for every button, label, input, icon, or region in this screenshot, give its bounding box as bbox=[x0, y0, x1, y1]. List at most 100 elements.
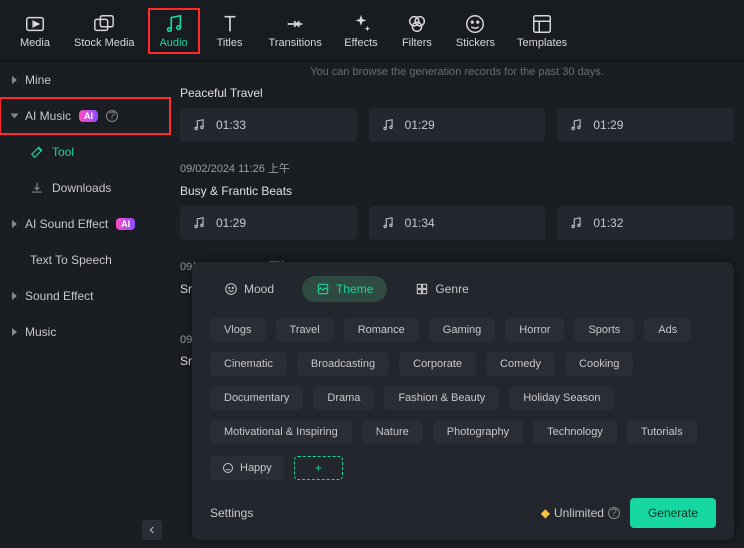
genre-icon bbox=[415, 282, 429, 296]
clip-duration: 01:32 bbox=[593, 216, 623, 230]
chevron-right-icon bbox=[12, 220, 17, 228]
generator-panel: Mood Theme Genre Vlogs Travel Romance Ga… bbox=[192, 262, 734, 540]
nav-stickers[interactable]: Stickers bbox=[448, 9, 503, 53]
panel-footer: Settings ◆ Unlimited ? Generate bbox=[210, 498, 716, 528]
nav-titles[interactable]: Titles bbox=[205, 9, 255, 53]
ai-badge: AI bbox=[116, 218, 135, 230]
selected-label: Happy bbox=[240, 462, 272, 474]
tab-mood[interactable]: Mood bbox=[210, 276, 288, 302]
clips-row: 01:33 01:29 01:29 bbox=[170, 108, 744, 150]
chip-romance[interactable]: Romance bbox=[344, 318, 419, 342]
audio-clip[interactable]: 01:32 bbox=[557, 206, 734, 240]
tab-genre[interactable]: Genre bbox=[401, 276, 482, 302]
nav-label: Templates bbox=[517, 37, 567, 49]
nav-label: Media bbox=[20, 37, 50, 49]
group-title: Busy & Frantic Beats bbox=[170, 180, 744, 206]
chip-drama[interactable]: Drama bbox=[313, 386, 374, 410]
clip-duration: 01:33 bbox=[216, 118, 246, 132]
chevron-right-icon bbox=[12, 292, 17, 300]
stickers-icon bbox=[464, 13, 486, 35]
category-tabs: Mood Theme Genre bbox=[210, 276, 716, 302]
gem-icon: ◆ bbox=[541, 506, 550, 520]
collapse-sidebar-button[interactable] bbox=[142, 520, 162, 540]
tab-label: Theme bbox=[336, 282, 373, 296]
unlimited-badge: ◆ Unlimited ? bbox=[541, 506, 620, 520]
music-note-icon bbox=[569, 118, 583, 132]
clip-duration: 01:29 bbox=[593, 118, 623, 132]
unlimited-label: Unlimited bbox=[554, 506, 604, 520]
chip-travel[interactable]: Travel bbox=[276, 318, 334, 342]
chip-cooking[interactable]: Cooking bbox=[565, 352, 633, 376]
sidebar-item-ai-music[interactable]: AI Music AI ? bbox=[0, 98, 170, 134]
generate-button[interactable]: Generate bbox=[630, 498, 716, 528]
music-note-icon bbox=[569, 216, 583, 230]
help-icon[interactable]: ? bbox=[106, 110, 118, 122]
chip-fashion-beauty[interactable]: Fashion & Beauty bbox=[384, 386, 499, 410]
add-chip-button[interactable]: + bbox=[294, 456, 343, 480]
music-note-icon bbox=[381, 216, 395, 230]
nav-label: Transitions bbox=[269, 37, 322, 49]
sidebar-item-text-to-speech[interactable]: Text To Speech bbox=[0, 242, 170, 278]
ai-badge: AI bbox=[79, 110, 98, 122]
settings-link[interactable]: Settings bbox=[210, 506, 253, 520]
nav-templates[interactable]: Templates bbox=[509, 9, 575, 53]
tab-label: Genre bbox=[435, 282, 468, 296]
chevron-right-icon bbox=[12, 328, 17, 336]
chip-ads[interactable]: Ads bbox=[644, 318, 691, 342]
audio-icon bbox=[163, 13, 185, 35]
sidebar-item-tool[interactable]: Tool bbox=[0, 134, 170, 170]
chip-sports[interactable]: Sports bbox=[574, 318, 634, 342]
nav-stock-media[interactable]: Stock Media bbox=[66, 9, 143, 53]
chevron-down-icon bbox=[11, 114, 19, 119]
chip-nature[interactable]: Nature bbox=[362, 420, 423, 444]
sidebar: Mine AI Music AI ? Tool Downloads AI Sou… bbox=[0, 62, 170, 548]
nav-label: Stock Media bbox=[74, 37, 135, 49]
audio-clip[interactable]: 01:29 bbox=[369, 108, 546, 142]
sidebar-label: Downloads bbox=[52, 181, 111, 195]
chip-gaming[interactable]: Gaming bbox=[429, 318, 496, 342]
nav-label: Filters bbox=[402, 37, 432, 49]
media-icon bbox=[24, 13, 46, 35]
sidebar-item-mine[interactable]: Mine bbox=[0, 62, 170, 98]
chip-broadcasting[interactable]: Broadcasting bbox=[297, 352, 389, 376]
chevron-right-icon bbox=[12, 76, 17, 84]
sidebar-item-music[interactable]: Music bbox=[0, 314, 170, 350]
sidebar-item-downloads[interactable]: Downloads bbox=[0, 170, 170, 206]
content-area: You can browse the generation records fo… bbox=[170, 62, 744, 548]
tab-label: Mood bbox=[244, 282, 274, 296]
nav-media[interactable]: Media bbox=[10, 9, 60, 53]
sidebar-item-sound-effect[interactable]: Sound Effect bbox=[0, 278, 170, 314]
chip-comedy[interactable]: Comedy bbox=[486, 352, 555, 376]
sidebar-label: AI Sound Effect bbox=[25, 217, 108, 231]
audio-clip[interactable]: 01:33 bbox=[180, 108, 357, 142]
sidebar-item-ai-sound-effect[interactable]: AI Sound Effect AI bbox=[0, 206, 170, 242]
nav-effects[interactable]: Effects bbox=[336, 9, 386, 53]
top-nav: Media Stock Media Audio Titles Transitio… bbox=[0, 0, 744, 62]
chip-corporate[interactable]: Corporate bbox=[399, 352, 476, 376]
chip-technology[interactable]: Technology bbox=[533, 420, 617, 444]
sidebar-label: Music bbox=[25, 325, 56, 339]
nav-audio[interactable]: Audio bbox=[149, 9, 199, 53]
chip-horror[interactable]: Horror bbox=[505, 318, 564, 342]
chip-documentary[interactable]: Documentary bbox=[210, 386, 303, 410]
music-note-icon bbox=[192, 216, 206, 230]
sidebar-label: Text To Speech bbox=[30, 253, 112, 267]
chip-photography[interactable]: Photography bbox=[433, 420, 523, 444]
audio-clip[interactable]: 01:29 bbox=[557, 108, 734, 142]
nav-filters[interactable]: Filters bbox=[392, 9, 442, 53]
selected-chip-happy[interactable]: Happy bbox=[210, 456, 284, 480]
tab-theme[interactable]: Theme bbox=[302, 276, 387, 302]
audio-clip[interactable]: 01:34 bbox=[369, 206, 546, 240]
chip-motivational[interactable]: Motivational & Inspiring bbox=[210, 420, 352, 444]
selected-row: Happy + bbox=[210, 456, 716, 480]
theme-chips: Vlogs Travel Romance Gaming Horror Sport… bbox=[210, 318, 716, 444]
audio-clip[interactable]: 01:29 bbox=[180, 206, 357, 240]
chip-tutorials[interactable]: Tutorials bbox=[627, 420, 697, 444]
chip-cinematic[interactable]: Cinematic bbox=[210, 352, 287, 376]
help-icon[interactable]: ? bbox=[608, 507, 620, 519]
chip-holiday-season[interactable]: Holiday Season bbox=[509, 386, 614, 410]
titles-icon bbox=[219, 13, 241, 35]
music-note-icon bbox=[192, 118, 206, 132]
nav-transitions[interactable]: Transitions bbox=[261, 9, 330, 53]
chip-vlogs[interactable]: Vlogs bbox=[210, 318, 266, 342]
